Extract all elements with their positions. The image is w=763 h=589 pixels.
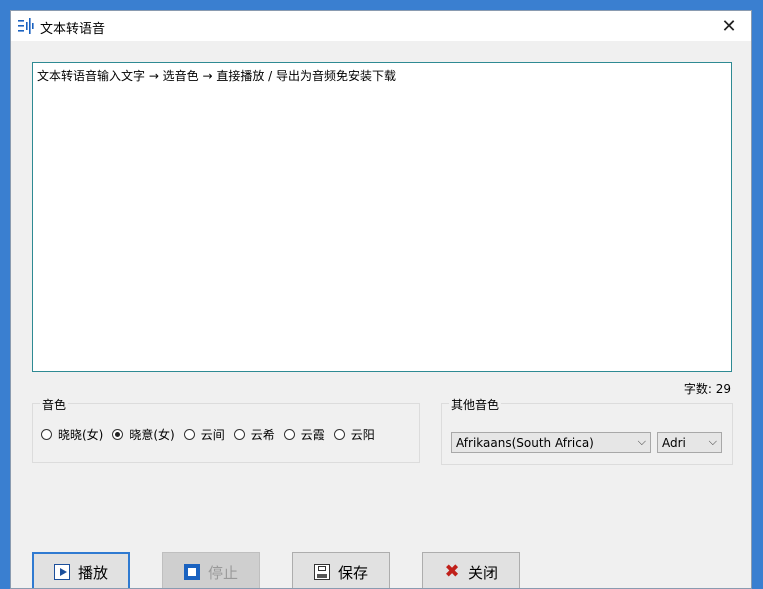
voice-radio-row: 晓晓(女) 晓意(女) 云间 云希 云霞 云阳 bbox=[41, 426, 384, 443]
radio-circle-icon bbox=[333, 429, 345, 440]
play-button[interactable]: 播放 bbox=[32, 552, 130, 588]
play-button-label: 播放 bbox=[77, 563, 108, 582]
voice-radio-label: 云希 bbox=[250, 428, 275, 442]
other-voice-legend: 其他音色 bbox=[449, 396, 502, 413]
other-voice-group: 其他音色 Afrikaans(South Africa) ⌵ Adri ⌵ bbox=[441, 396, 733, 465]
voice-radio-option[interactable]: 云霞 bbox=[283, 426, 325, 443]
text-input-area[interactable]: 文本转语音输入文字 → 选音色 → 直接播放 / 导出为音频免安装下载 bbox=[32, 62, 732, 372]
voice-radio-label: 云霞 bbox=[300, 428, 325, 442]
radio-circle-icon bbox=[233, 429, 245, 440]
voice-group: 音色 晓晓(女) 晓意(女) 云间 云希 云霞 云阳 bbox=[32, 396, 420, 463]
voice-radio-label: 晓晓(女) bbox=[58, 428, 104, 442]
voice-select[interactable]: Adri ⌵ bbox=[657, 432, 722, 453]
close-icon: ✕ bbox=[721, 15, 737, 37]
save-icon bbox=[313, 564, 330, 580]
audio-wave-icon bbox=[18, 18, 34, 34]
radio-circle-icon bbox=[41, 429, 52, 440]
close-icon: ✖ bbox=[444, 561, 460, 582]
voice-radio-label: 云间 bbox=[200, 428, 225, 442]
char-count-label: 字数: 29 bbox=[683, 382, 731, 396]
language-select-value: Afrikaans(South Africa) bbox=[456, 435, 594, 450]
voice-radio-option[interactable]: 云阳 bbox=[333, 426, 375, 443]
stop-icon bbox=[183, 564, 200, 580]
voice-select-value: Adri bbox=[662, 435, 686, 450]
language-select[interactable]: Afrikaans(South Africa) ⌵ bbox=[451, 432, 651, 453]
window-close-button[interactable]: ✕ bbox=[707, 11, 751, 41]
app-window: 文本转语音 ✕ 文本转语音输入文字 → 选音色 → 直接播放 / 导出为音频免安… bbox=[10, 10, 752, 589]
chevron-down-icon: ⌵ bbox=[637, 435, 646, 448]
voice-radio-option[interactable]: 晓意(女) bbox=[112, 426, 175, 443]
play-icon bbox=[53, 564, 70, 580]
radio-circle-icon bbox=[183, 429, 195, 440]
voice-group-legend: 音色 bbox=[40, 396, 69, 413]
radio-circle-icon bbox=[283, 429, 295, 440]
title-bar: 文本转语音 ✕ bbox=[11, 11, 751, 41]
stop-button[interactable]: 停止 bbox=[162, 552, 260, 588]
close-button[interactable]: ✖ 关闭 bbox=[422, 552, 520, 588]
window-title: 文本转语音 bbox=[40, 22, 106, 37]
voice-radio-option[interactable]: 云希 bbox=[233, 426, 275, 443]
voice-radio-label: 晓意(女) bbox=[129, 428, 175, 442]
voice-radio-option[interactable]: 晓晓(女) bbox=[41, 426, 103, 443]
save-button[interactable]: 保存 bbox=[292, 552, 390, 588]
voice-radio-option[interactable]: 云间 bbox=[183, 426, 225, 443]
voice-radio-label: 云阳 bbox=[350, 428, 375, 442]
chevron-down-icon: ⌵ bbox=[708, 435, 717, 448]
close-button-label: 关闭 bbox=[467, 563, 498, 582]
save-button-label: 保存 bbox=[337, 563, 368, 582]
stop-button-label: 停止 bbox=[207, 563, 238, 582]
radio-circle-icon bbox=[112, 429, 124, 440]
